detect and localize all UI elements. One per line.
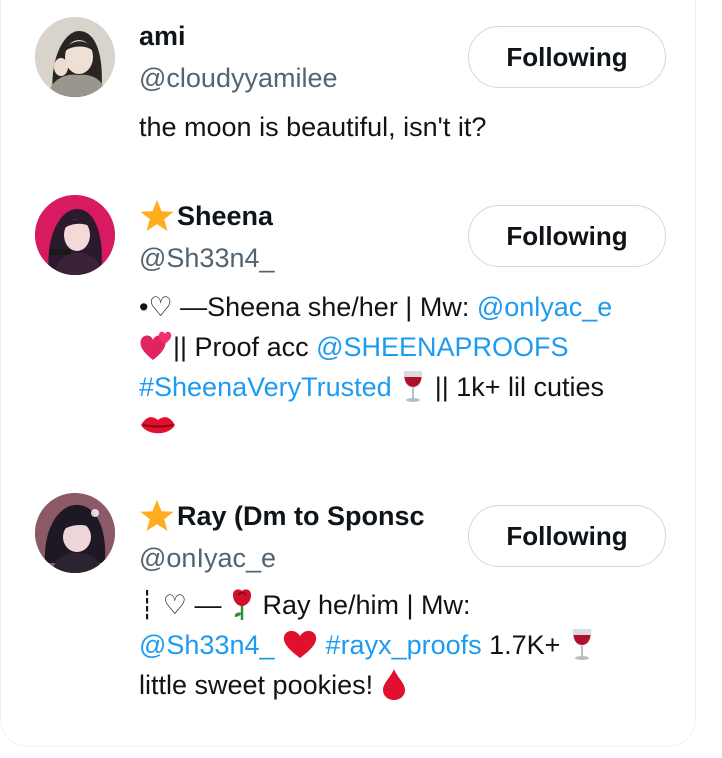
avatar[interactable] <box>35 17 115 97</box>
mention-link[interactable]: @SHEENAPROOFS <box>316 332 568 362</box>
star-icon <box>140 500 174 531</box>
wine-glass-icon <box>404 370 423 402</box>
bio-text: || Proof acc <box>173 332 317 362</box>
mention-link[interactable]: @onlyac_e <box>477 292 613 322</box>
bio-text: •♡ —Sheena she/her | Mw: <box>139 292 477 322</box>
follow-list-card: ami @cloudyyamilee Following the moon is… <box>0 0 696 747</box>
hashtag-link[interactable]: #SheenaVeryTrusted <box>139 372 392 402</box>
user-handle[interactable]: @cloudyyamilee <box>139 61 338 95</box>
bio-text: Ray he/him | Mw: <box>254 590 471 620</box>
user-bio: the moon is beautiful, isn't it? <box>139 112 487 142</box>
bio-text: 1.7K+ <box>481 630 568 660</box>
avatar[interactable] <box>35 493 115 573</box>
user-handle[interactable]: @onIyac_e <box>139 541 276 575</box>
rose-icon <box>232 589 251 620</box>
user-row-sheena[interactable]: Sheena @Sh33n4_ Following •♡ —Sheena she… <box>1 193 697 463</box>
user-row-ray[interactable]: Ray (Dm to Sponsc @onIyac_e Following ┊ … <box>1 493 697 733</box>
display-name-text[interactable]: Sheena <box>177 199 273 233</box>
kiss-lips-icon <box>141 417 175 434</box>
blood-drop-icon <box>382 668 405 700</box>
bio-text: ┊ ♡ — <box>139 590 229 620</box>
user-bio: ┊ ♡ — Ray he/him | Mw: @Sh33n4_ #rayx_pr… <box>139 585 669 705</box>
hashtag-link[interactable]: #rayx_proofs <box>326 630 482 660</box>
user-bio: •♡ —Sheena she/her | Mw: @onlyac_e || Pr… <box>139 287 669 447</box>
mention-link[interactable]: @Sh33n4_ <box>139 630 275 660</box>
following-button[interactable]: Following <box>468 505 666 567</box>
avatar[interactable] <box>35 195 115 275</box>
bio-text: || 1k+ lil cuties <box>427 372 605 402</box>
display-name-text[interactable]: ami <box>139 19 186 53</box>
two-hearts-icon <box>140 331 172 360</box>
display-name[interactable]: Ray (Dm to Sponsc <box>139 499 445 533</box>
following-button[interactable]: Following <box>468 205 666 267</box>
display-name[interactable]: ami <box>139 19 186 53</box>
display-name-text[interactable]: Ray (Dm to Sponsc <box>177 499 425 533</box>
wine-glass-icon <box>572 628 592 660</box>
bio-text: little sweet pookies! <box>139 670 381 700</box>
display-name[interactable]: Sheena <box>139 199 273 233</box>
user-row-ami[interactable]: ami @cloudyyamilee Following the moon is… <box>1 1 697 181</box>
red-heart-icon <box>283 630 317 658</box>
user-handle[interactable]: @Sh33n4_ <box>139 241 275 275</box>
following-button[interactable]: Following <box>468 26 666 88</box>
star-icon <box>140 200 174 231</box>
